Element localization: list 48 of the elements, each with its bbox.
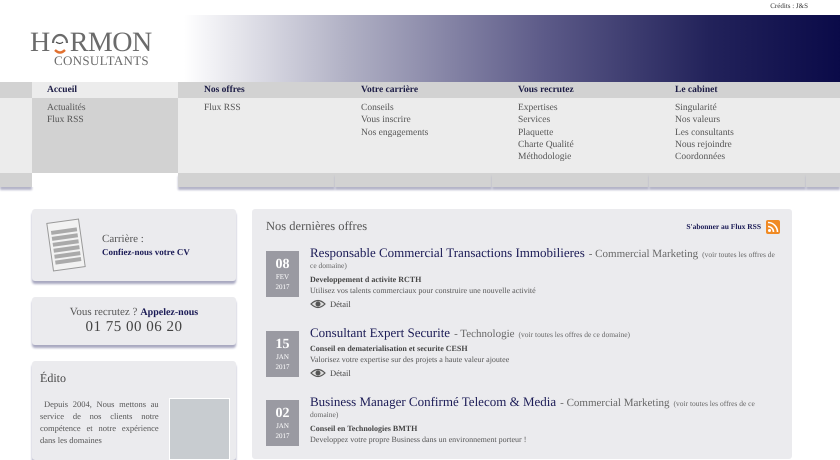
offer-summary: Utilisez vos talents commerciaux pour construire une nouvelle activité (310, 285, 537, 296)
logo-text: H (30, 30, 50, 54)
detail-link[interactable]: Détail (310, 299, 351, 309)
nav-menu-item[interactable]: Les consultants (675, 126, 734, 139)
offer-summary: Valorisez votre expertise sur des projets a haute valeur ajoutee (310, 354, 510, 365)
nav-menu-item[interactable]: Méthodologie (518, 151, 572, 164)
rss-icon (766, 220, 780, 234)
offer-title-link[interactable]: Consultant Expert Securite (310, 325, 450, 340)
offer-title-link[interactable]: Responsable Commercial Transactions Immobilieres (310, 245, 585, 260)
nav-menu-item[interactable]: Flux RSS (47, 114, 84, 127)
offer-summary: Developpez votre propre Business dans un environnement porteur ! (310, 434, 528, 445)
phone-number: 01 75 00 06 20 (86, 319, 182, 336)
nav-menu-item[interactable]: Expertises (518, 102, 558, 114)
edito-text: Depuis 2004, Nous mettons au service de nos clients notre compétence et notre expérience dans les domaines (40, 398, 159, 447)
nav-tab[interactable]: Accueil (47, 85, 78, 95)
nav-tab[interactable]: Vous recrutez (518, 85, 574, 95)
card-title: Carrière : (102, 233, 145, 245)
offer-title-link[interactable]: Business Manager Confirmé Telecom & Media (310, 394, 556, 409)
logo-tagline: CONSULTANTS (54, 54, 150, 66)
call-link[interactable]: Appelez-nous (140, 307, 198, 318)
nav-tab[interactable]: Votre carrière (361, 85, 418, 95)
cv-link[interactable]: Confiez-nous votre CV (102, 247, 190, 257)
nav-menu-item[interactable]: Flux RSS (204, 102, 241, 114)
nav-menu-item[interactable]: Coordonnées (675, 151, 726, 164)
card-title: Vous recrutez ? (70, 306, 138, 318)
nav-menu-item[interactable]: Services (518, 114, 550, 127)
nav-tab[interactable]: Le cabinet (675, 85, 718, 95)
nav-menu-item[interactable]: Vous inscrire (361, 114, 411, 127)
nav-menu-item[interactable]: Charte Qualité (518, 138, 574, 152)
detail-link[interactable]: Détail (310, 368, 351, 378)
nav-menu-item[interactable]: Actualités (47, 102, 86, 114)
offer-company: Conseil en Technologies BMTH (310, 423, 418, 434)
nav-menu-item[interactable]: Nous rejoindre (675, 138, 732, 152)
eye-icon (310, 368, 326, 378)
eye-icon (310, 299, 326, 309)
offer-company: Developpement d activite RCTH (310, 274, 422, 285)
nav-menu-item[interactable]: Nos engagements (361, 126, 428, 139)
panel-title: Nos dernières offres (266, 219, 368, 234)
logo-text: RMON (70, 30, 152, 54)
photo-placeholder (168, 398, 230, 460)
card-title: Édito (40, 371, 67, 386)
nav-menu-item[interactable]: Singularité (675, 102, 717, 114)
nav-tab[interactable]: Nos offres (204, 85, 245, 95)
nav-menu-item[interactable]: Nos valeurs (675, 114, 720, 127)
menu-footer-strip (0, 173, 32, 187)
nav-menu-item[interactable]: Plaquette (518, 126, 554, 139)
offer-company: Conseil en dematerialisation et securite CESH (310, 343, 469, 354)
nav-menu-item[interactable]: Conseils (361, 102, 394, 114)
